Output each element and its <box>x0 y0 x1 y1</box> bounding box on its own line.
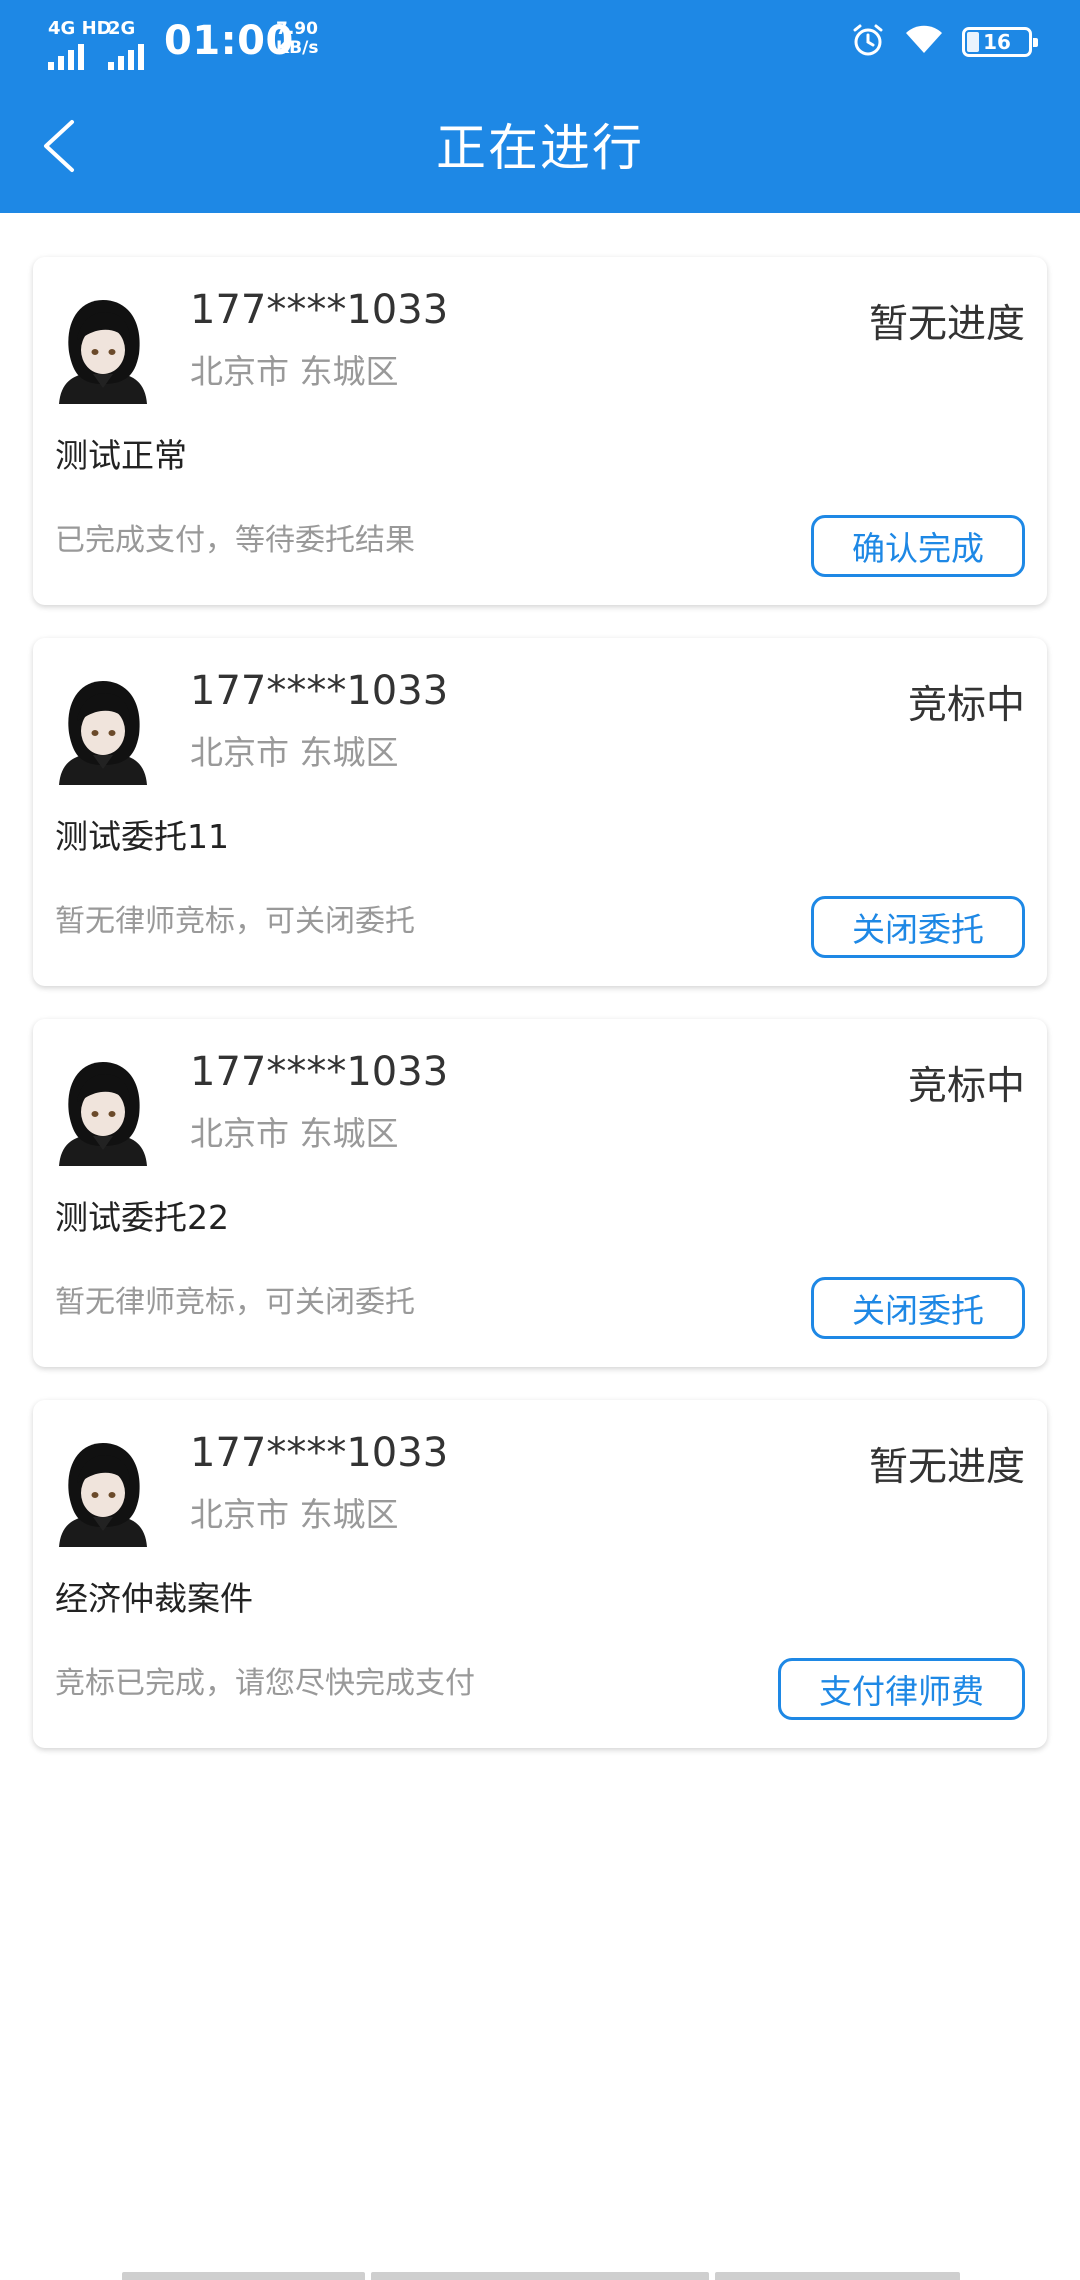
client-region: 北京市 东城区 <box>190 1495 399 1534</box>
app-header: 4G HD 2G 01:00 7.90 KB/s 16 正在进行 <box>0 0 1080 213</box>
case-card[interactable]: 177****1033 北京市 东城区 暂无进度 经济仲裁案件 竞标已完成，请您… <box>33 1400 1047 1748</box>
gesture-bar <box>122 2272 960 2280</box>
status-bar: 4G HD 2G 01:00 7.90 KB/s 16 <box>0 0 1080 84</box>
case-card[interactable]: 177****1033 北京市 东城区 暂无进度 测试正常 已完成支付，等待委托… <box>33 257 1047 605</box>
case-note: 暂无律师竞标，可关闭委托 <box>55 904 415 939</box>
client-phone: 177****1033 <box>190 287 449 333</box>
wifi-icon <box>904 23 944 61</box>
clock: 01:00 <box>164 18 294 64</box>
network-speed: 7.90 KB/s <box>276 20 318 58</box>
case-card[interactable]: 177****1033 北京市 东城区 竞标中 测试委托22 暂无律师竞标，可关… <box>33 1019 1047 1367</box>
case-title: 经济仲裁案件 <box>55 1579 253 1618</box>
client-phone: 177****1033 <box>190 1049 449 1095</box>
page-title: 正在进行 <box>436 119 644 177</box>
network-signal-icon: 4G HD 2G <box>48 18 158 70</box>
client-phone: 177****1033 <box>190 668 449 714</box>
pay-lawyer-fee-button[interactable]: 支付律师费 <box>778 1658 1025 1720</box>
speed-value: 7.90 <box>276 19 318 39</box>
case-card[interactable]: 177****1033 北京市 东城区 竞标中 测试委托11 暂无律师竞标，可关… <box>33 638 1047 986</box>
client-phone: 177****1033 <box>190 1430 449 1476</box>
avatar <box>55 1435 151 1547</box>
client-region: 北京市 东城区 <box>190 1114 399 1153</box>
case-list: 177****1033 北京市 东城区 暂无进度 测试正常 已完成支付，等待委托… <box>33 257 1047 1781</box>
avatar <box>55 292 151 404</box>
battery-level: 16 <box>983 30 1011 54</box>
case-title: 测试正常 <box>55 436 187 475</box>
avatar <box>55 1054 151 1166</box>
case-status: 竞标中 <box>907 683 1025 728</box>
case-note: 已完成支付，等待委托结果 <box>55 523 415 558</box>
alarm-icon <box>850 22 886 62</box>
close-case-button[interactable]: 关闭委托 <box>811 1277 1025 1339</box>
case-title: 测试委托22 <box>55 1198 229 1237</box>
client-region: 北京市 东城区 <box>190 352 399 391</box>
status-icons: 16 <box>850 22 1038 62</box>
case-status: 竞标中 <box>907 1064 1025 1109</box>
avatar <box>55 673 151 785</box>
confirm-complete-button[interactable]: 确认完成 <box>811 515 1025 577</box>
case-title: 测试委托11 <box>55 817 229 856</box>
case-status: 暂无进度 <box>868 302 1025 347</box>
client-region: 北京市 东城区 <box>190 733 399 772</box>
case-status: 暂无进度 <box>868 1445 1025 1490</box>
battery-icon: 16 <box>962 27 1038 57</box>
case-note: 竞标已完成，请您尽快完成支付 <box>55 1666 475 1701</box>
case-note: 暂无律师竞标，可关闭委托 <box>55 1285 415 1320</box>
close-case-button[interactable]: 关闭委托 <box>811 896 1025 958</box>
speed-unit: KB/s <box>276 38 319 58</box>
